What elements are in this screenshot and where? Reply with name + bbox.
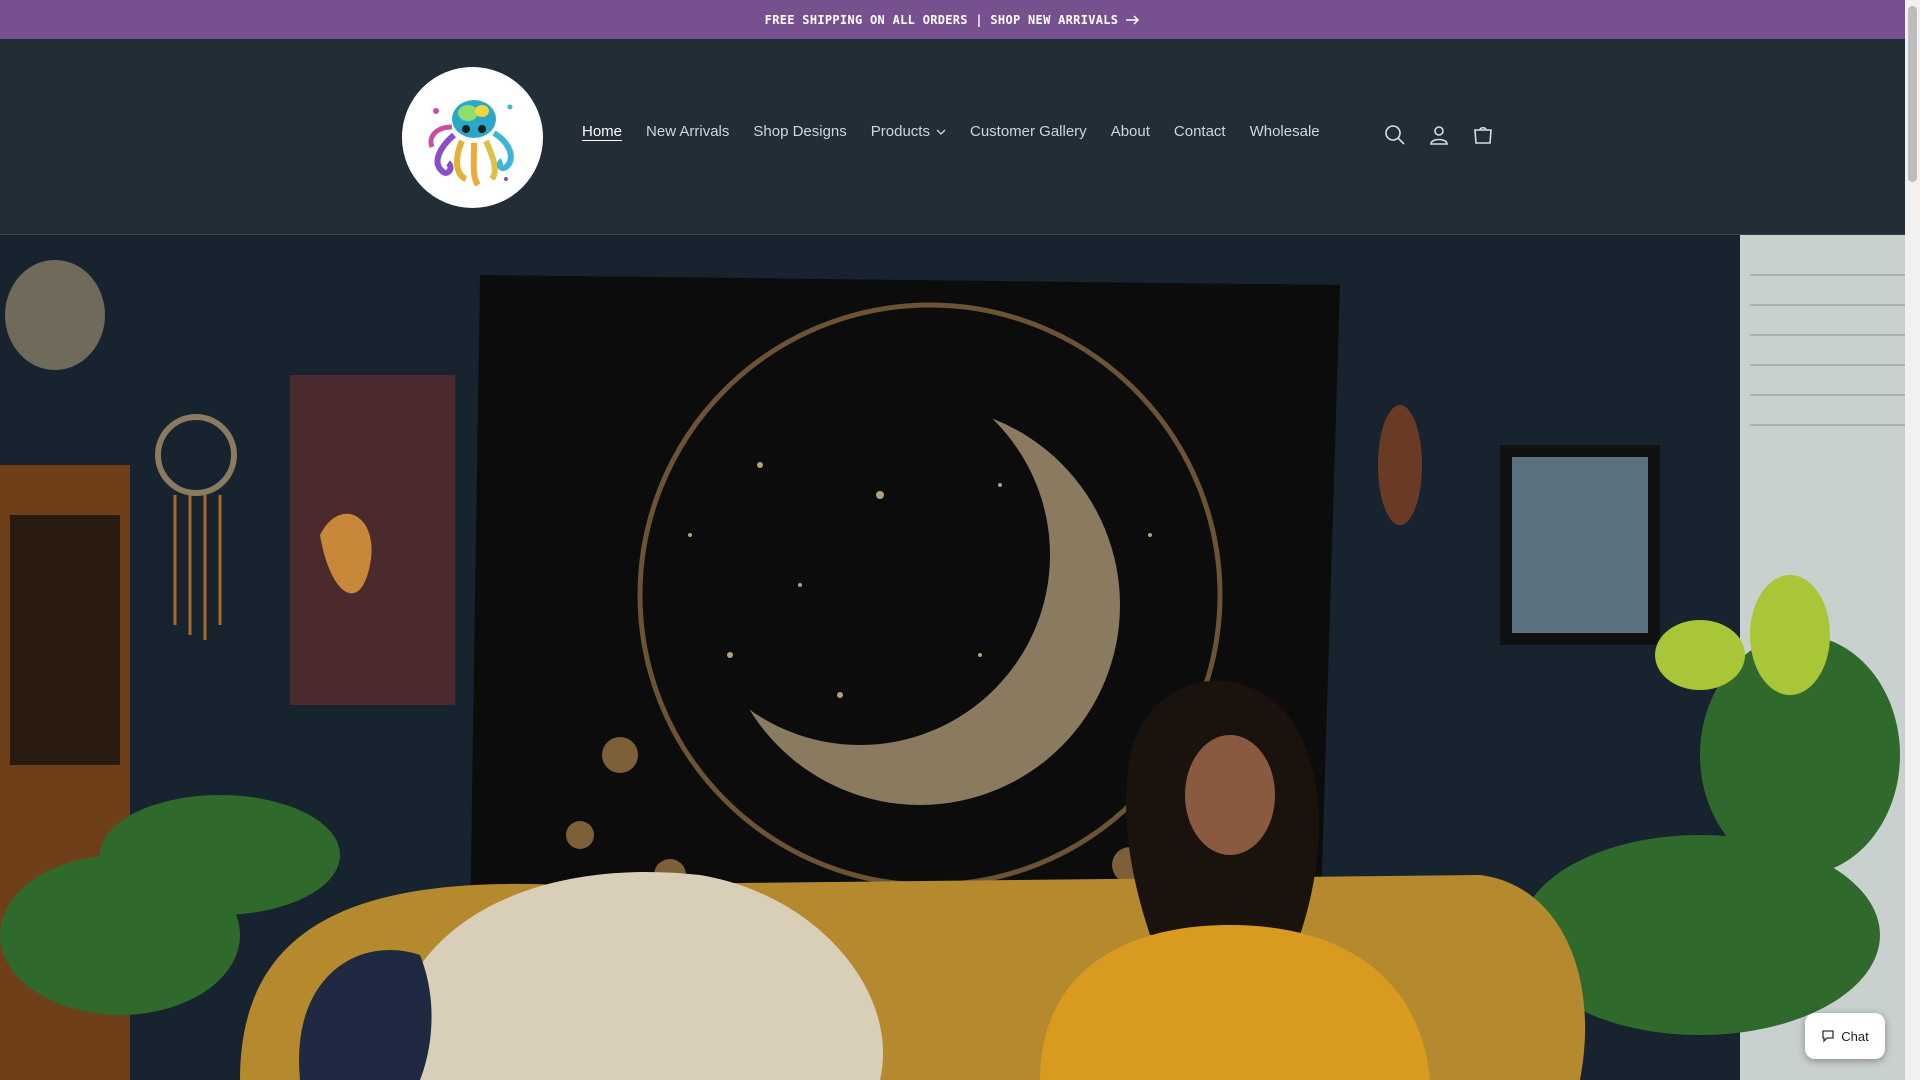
announcement-bar: FREE SHIPPING ON ALL ORDERS | SHOP NEW A… <box>0 0 1905 39</box>
chat-label: Chat <box>1841 1028 1869 1044</box>
nav-label: Contact <box>1173 123 1226 140</box>
cart-icon[interactable] <box>1471 123 1495 147</box>
nav-item-contact[interactable]: Contact <box>1174 123 1226 140</box>
nav-label: Products <box>870 123 930 140</box>
nav-item-customer-gallery[interactable]: Customer Gallery <box>970 123 1087 140</box>
announcement-link[interactable]: FREE SHIPPING ON ALL ORDERS | SHOP NEW A… <box>765 13 1141 27</box>
nav-label: Shop Designs <box>753 123 847 140</box>
hero-scene-graphic <box>0 235 1905 1080</box>
octopus-logo-graphic <box>402 67 542 207</box>
nav-label: Wholesale <box>1249 123 1320 140</box>
chat-button[interactable]: Chat <box>1805 1013 1885 1059</box>
octopus-logo[interactable] <box>402 67 543 208</box>
nav-item-wholesale[interactable]: Wholesale <box>1250 123 1320 140</box>
chat-bubble-icon <box>1822 1030 1834 1043</box>
nav-label: About <box>1110 123 1150 140</box>
scrollbar-thumb[interactable] <box>1908 6 1917 182</box>
main-nav: Home New Arrivals Shop Designs Products … <box>582 123 1320 140</box>
account-icon[interactable] <box>1427 123 1451 147</box>
nav-item-home[interactable]: Home <box>582 123 622 140</box>
nav-label: New Arrivals <box>646 123 730 140</box>
announcement-text: FREE SHIPPING ON ALL ORDERS | SHOP NEW A… <box>764 12 1119 27</box>
nav-item-shop-designs[interactable]: Shop Designs <box>753 123 846 140</box>
nav-item-about[interactable]: About <box>1111 123 1150 140</box>
page-scrollbar[interactable] <box>1905 0 1920 1080</box>
nav-label: Home <box>582 123 623 140</box>
nav-label: Customer Gallery <box>969 123 1087 140</box>
hero-image <box>0 235 1905 1080</box>
nav-item-new-arrivals[interactable]: New Arrivals <box>646 123 729 140</box>
nav-item-products[interactable]: Products <box>871 123 946 140</box>
chevron-down-icon <box>936 129 946 135</box>
site-header: Home New Arrivals Shop Designs Products … <box>0 39 1905 235</box>
search-icon[interactable] <box>1383 123 1407 147</box>
arrow-right-icon <box>1126 14 1140 25</box>
header-icons <box>1383 123 1495 147</box>
